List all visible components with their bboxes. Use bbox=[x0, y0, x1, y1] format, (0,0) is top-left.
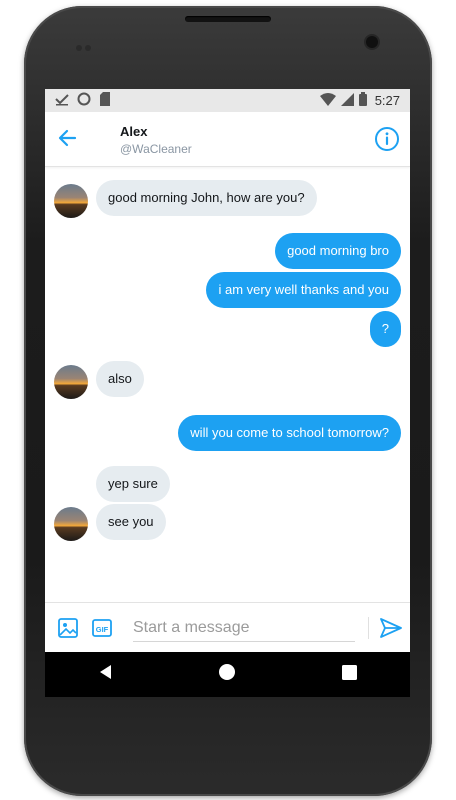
back-button[interactable] bbox=[55, 125, 81, 151]
circle-icon bbox=[77, 92, 91, 109]
message-list[interactable]: good morning John, how are you? good mor… bbox=[45, 167, 410, 601]
back-triangle-icon bbox=[98, 664, 114, 685]
wifi-icon bbox=[319, 92, 336, 109]
message-bubble-incoming[interactable]: see you bbox=[96, 504, 166, 540]
sim-icon bbox=[99, 92, 111, 109]
message-bubble-outgoing[interactable]: ? bbox=[369, 311, 401, 347]
compose-divider bbox=[368, 617, 369, 639]
compose-bar: GIF bbox=[45, 602, 410, 653]
gif-label: GIF bbox=[96, 625, 109, 634]
message-input[interactable] bbox=[133, 615, 355, 642]
contact-avatar[interactable] bbox=[54, 507, 88, 541]
message-bubble-incoming[interactable]: good morning John, how are you? bbox=[96, 180, 317, 216]
earpiece-speaker bbox=[185, 16, 271, 22]
app-screen: 5:27 Alex @WaCleaner good morning John, … bbox=[45, 89, 410, 697]
sensor-dots bbox=[76, 38, 96, 51]
info-button[interactable] bbox=[374, 126, 400, 152]
check-icon bbox=[55, 92, 69, 109]
info-icon bbox=[374, 127, 400, 156]
message-bubble-incoming[interactable]: yep sure bbox=[96, 466, 170, 502]
message-bubble-outgoing[interactable]: good morning bro bbox=[275, 233, 401, 269]
add-image-button[interactable] bbox=[57, 617, 79, 639]
image-icon bbox=[57, 618, 79, 643]
send-icon bbox=[379, 618, 403, 644]
back-arrow-icon bbox=[55, 129, 81, 155]
front-camera bbox=[366, 36, 378, 48]
contact-avatar[interactable] bbox=[54, 365, 88, 399]
contact-name[interactable]: Alex bbox=[120, 124, 147, 139]
send-button[interactable] bbox=[379, 616, 403, 640]
system-home-button[interactable] bbox=[207, 655, 247, 695]
message-bubble-incoming[interactable]: also bbox=[96, 361, 144, 397]
add-gif-button[interactable]: GIF bbox=[91, 617, 113, 639]
battery-icon bbox=[358, 92, 367, 109]
message-bubble-outgoing[interactable]: i am very well thanks and you bbox=[206, 272, 401, 308]
status-bar: 5:27 bbox=[45, 89, 410, 112]
conversation-header: Alex @WaCleaner bbox=[45, 112, 410, 167]
signal-icon bbox=[340, 92, 354, 109]
system-navigation-bar bbox=[45, 652, 410, 697]
system-recents-button[interactable] bbox=[329, 655, 369, 695]
status-time: 5:27 bbox=[374, 93, 400, 108]
contact-avatar[interactable] bbox=[54, 184, 88, 218]
system-back-button[interactable] bbox=[86, 655, 126, 695]
message-bubble-outgoing[interactable]: will you come to school tomorrow? bbox=[178, 415, 401, 451]
recents-square-icon bbox=[341, 664, 357, 685]
contact-handle[interactable]: @WaCleaner bbox=[120, 142, 192, 156]
home-circle-icon bbox=[218, 663, 236, 686]
